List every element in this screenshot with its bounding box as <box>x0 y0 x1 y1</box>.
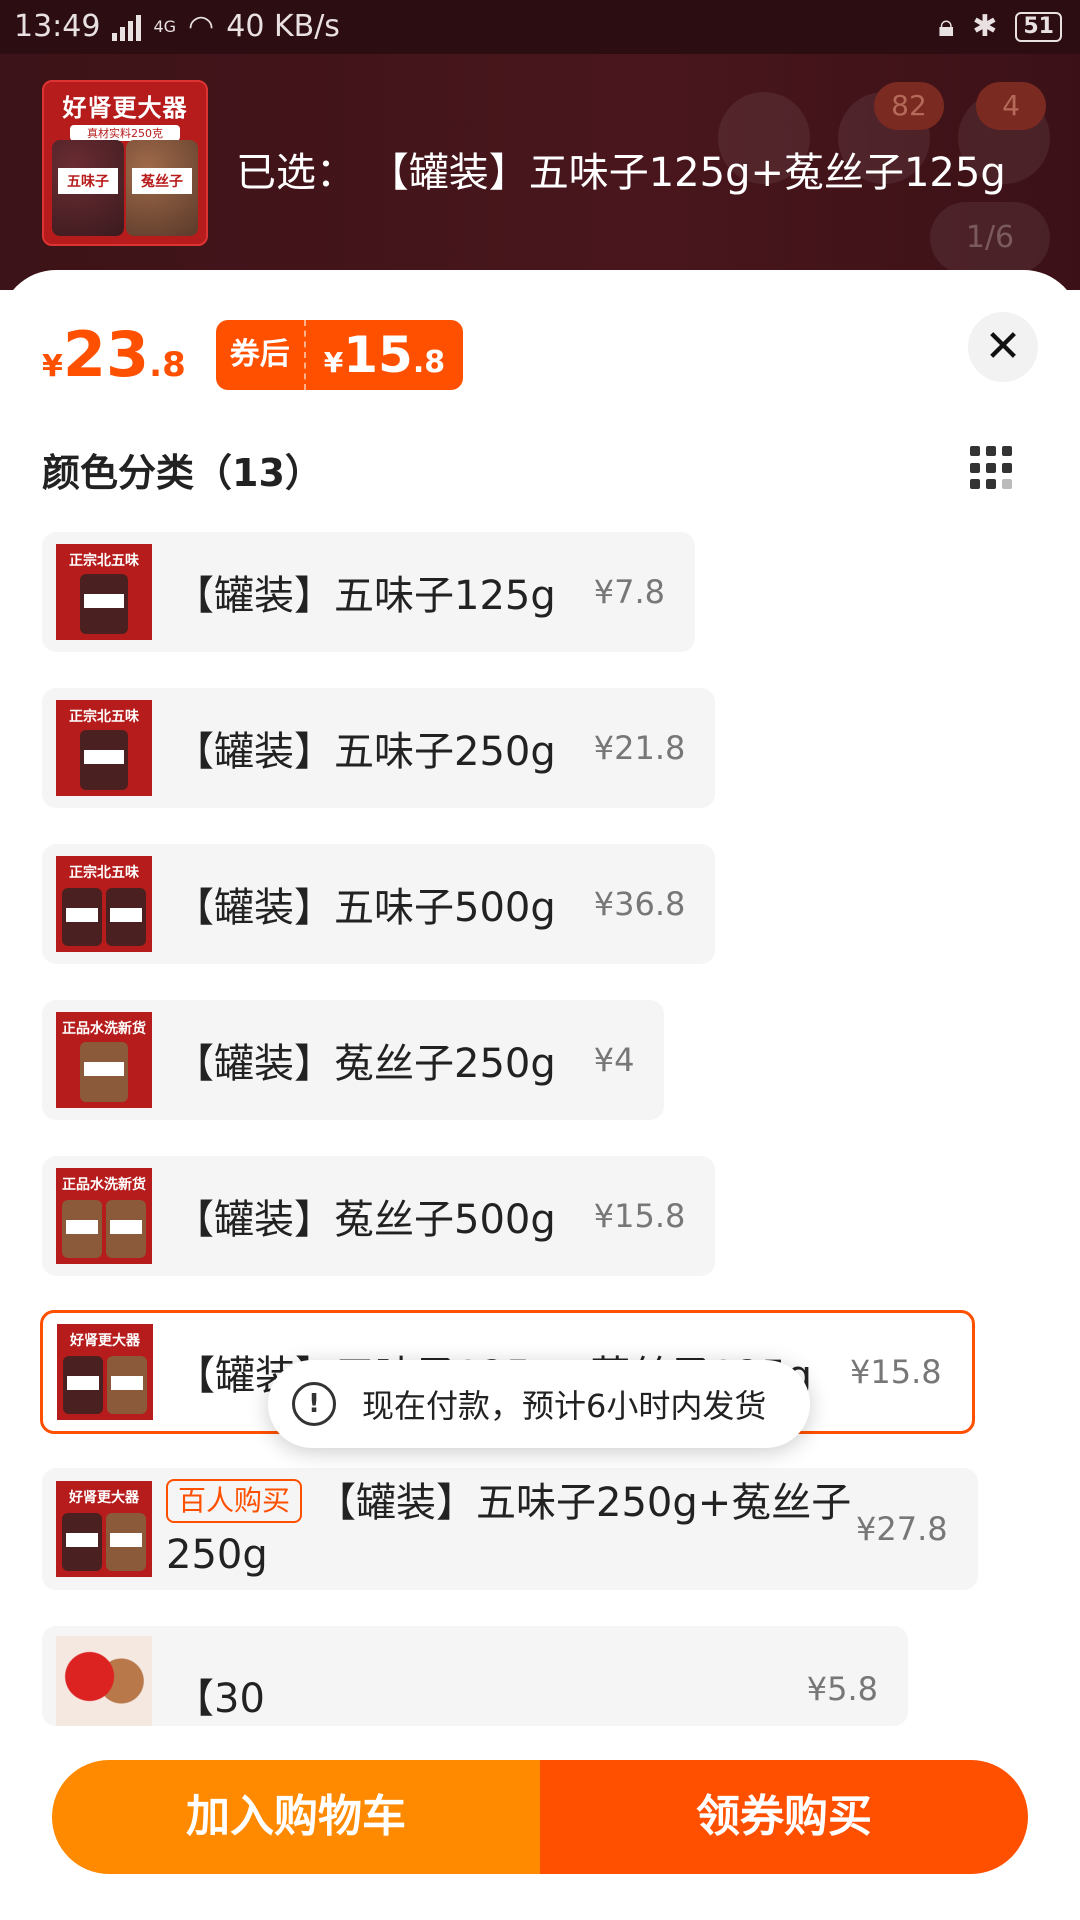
jar-image <box>62 1200 102 1258</box>
cart-count-badge: 82 <box>874 82 944 130</box>
info-icon: ! <box>292 1382 336 1426</box>
coupon-tag: 券后 <box>216 320 306 390</box>
popular-badge: 百人购买 <box>166 1479 303 1523</box>
action-bar: 加入购物车 领券购买 <box>52 1760 1028 1874</box>
sku-price: ¥27.8 <box>856 1510 948 1548</box>
close-icon[interactable]: ✕ <box>968 312 1038 382</box>
status-time: 13:49 <box>14 9 101 44</box>
jar-image <box>80 730 128 790</box>
original-price: ¥ 23 .8 <box>42 318 186 391</box>
add-to-cart-button[interactable]: 加入购物车 <box>52 1760 540 1874</box>
shipping-toast: ! 现在付款，预计6小时内发货 <box>268 1360 810 1448</box>
selected-variant-text: 已选： 【罐装】五味子125g+菟丝子125g <box>236 140 1006 198</box>
selected-product-thumbnail[interactable]: 好肾更大器 真材实料250克 五味子 菟丝子 <box>42 80 208 246</box>
selected-value: 【罐装】五味子125g+菟丝子125g <box>368 150 1006 196</box>
jar-image <box>106 1200 146 1258</box>
sku-thumbnail: 正宗北五味 <box>56 700 152 796</box>
sku-thumbnail: 好肾更大器 <box>56 1481 152 1577</box>
sku-option[interactable]: 【30 ¥5.8 <box>42 1626 908 1726</box>
sku-thumbnail: 正品水洗新货 <box>56 1168 152 1264</box>
sku-option[interactable]: 正品水洗新货 【罐装】菟丝子250g ¥4 <box>42 1000 665 1120</box>
coupon-price-badge: 券后 ¥ 15 .8 <box>215 320 464 390</box>
thumb-title: 好肾更大器 <box>62 94 188 122</box>
jar-image <box>63 1356 103 1414</box>
thumb-subtitle: 真材实料250克 <box>70 125 180 141</box>
battery-indicator: 51 <box>1015 11 1062 42</box>
more-count-badge: 4 <box>976 82 1046 130</box>
jar-image: 菟丝子 <box>126 140 198 236</box>
sku-price: ¥5.8 <box>806 1670 878 1708</box>
section-title: 颜色分类（13） <box>42 451 323 495</box>
network-type: 4G <box>153 17 177 36</box>
sku-option[interactable]: 正宗北五味 【罐装】五味子250g ¥21.8 <box>42 688 716 808</box>
wifi-icon: ◠ <box>188 9 215 44</box>
sku-thumbnail <box>56 1636 152 1726</box>
sku-price: ¥7.8 <box>593 573 665 611</box>
selected-label: 已选： <box>236 150 356 196</box>
bluetooth-icon: ✱ <box>972 9 998 44</box>
image-pager: 1/6 <box>930 202 1050 274</box>
lock-icon: 🔒︎ <box>938 9 955 44</box>
sku-selection-sheet: ¥ 23 .8 券后 ¥ 15 .8 ✕ 颜色分类（13） 正宗北五味 【罐装】… <box>0 270 1080 1920</box>
sku-option[interactable]: 好肾更大器 百人购买 【罐装】五味子250g+菟丝子250g ¥27.8 <box>42 1468 978 1590</box>
jar-image <box>107 1356 147 1414</box>
coupon-price: ¥ 15 .8 <box>323 326 446 384</box>
jar-image <box>80 574 128 634</box>
sku-name: 【罐装】菟丝子500g <box>174 1197 556 1243</box>
price-row: ¥ 23 .8 券后 ¥ 15 .8 <box>42 318 464 391</box>
sku-thumbnail: 正宗北五味 <box>56 856 152 952</box>
buy-with-coupon-button[interactable]: 领券购买 <box>540 1760 1028 1874</box>
sku-name: 【罐装】五味子500g <box>174 885 556 931</box>
sku-price: ¥15.8 <box>850 1353 942 1391</box>
sku-name: 【罐装】五味子125g <box>174 573 556 619</box>
jar-image <box>80 1042 128 1102</box>
sku-thumbnail: 好肾更大器 <box>57 1324 153 1420</box>
sku-option[interactable]: 正品水洗新货 【罐装】菟丝子500g ¥15.8 <box>42 1156 716 1276</box>
grid-view-icon[interactable] <box>970 446 1014 490</box>
sku-text: 百人购买 【罐装】五味子250g+菟丝子250g <box>166 1477 856 1581</box>
sku-name: 【罐装】菟丝子250g <box>174 1041 556 1087</box>
sku-name: 【30 <box>174 1676 265 1722</box>
jar-image <box>62 1513 102 1571</box>
sku-price: ¥36.8 <box>593 885 686 923</box>
jar-image <box>106 888 146 946</box>
sku-name: 【罐装】五味子250g <box>174 729 556 775</box>
sku-thumbnail: 正品水洗新货 <box>56 1012 152 1108</box>
jar-image <box>106 1513 146 1571</box>
sku-price: ¥4 <box>593 1041 635 1079</box>
sku-option[interactable]: 正宗北五味 【罐装】五味子125g ¥7.8 <box>42 532 695 652</box>
signal-icon <box>112 13 142 41</box>
sku-thumbnail: 正宗北五味 <box>56 544 152 640</box>
jar-image <box>62 888 102 946</box>
status-bar: 13:49 4G ◠ 40 KB/s 🔒︎ ✱ 51 <box>0 0 1080 54</box>
toast-text: 现在付款，预计6小时内发货 <box>362 1387 767 1425</box>
sku-option[interactable]: 正宗北五味 【罐装】五味子500g ¥36.8 <box>42 844 716 964</box>
network-speed: 40 KB/s <box>226 9 340 44</box>
sku-price: ¥15.8 <box>593 1197 686 1235</box>
sku-price: ¥21.8 <box>593 729 686 767</box>
jar-image: 五味子 <box>52 140 124 236</box>
